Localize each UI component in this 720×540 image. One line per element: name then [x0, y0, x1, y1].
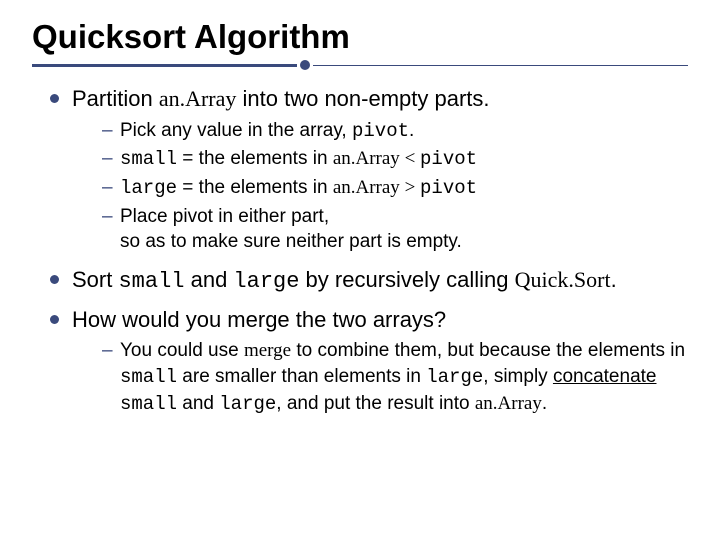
text: .	[409, 120, 414, 141]
text: and	[184, 267, 233, 292]
code: an.Array	[333, 177, 400, 198]
text: Pick any value in the array,	[120, 120, 352, 141]
rule-bar	[32, 64, 297, 67]
text: and	[177, 393, 219, 414]
code: small	[120, 148, 177, 170]
code: small	[120, 393, 177, 415]
underline: concatenate	[553, 366, 657, 387]
text: by recursively calling	[299, 267, 514, 292]
bullet-1: Partition an.Array into two non-empty pa…	[50, 84, 688, 255]
text: You could use	[120, 340, 244, 361]
text: Partition	[72, 86, 159, 111]
text: are smaller than elements in	[177, 366, 426, 387]
code: an.Array	[159, 86, 237, 111]
text: .	[611, 267, 617, 292]
code: an.Array	[475, 393, 542, 414]
sub-1-4: Place pivot in either part, so as to mak…	[102, 204, 688, 255]
text: Place pivot in either part,	[120, 206, 329, 227]
slide: Quicksort Algorithm Partition an.Array i…	[0, 0, 720, 451]
text: Sort	[72, 267, 118, 292]
sublist-1: Pick any value in the array, pivot. smal…	[72, 118, 688, 255]
code: large	[120, 177, 177, 199]
sub-1-3: large = the elements in an.Array > pivot	[102, 175, 688, 202]
text: so as to make sure neither part is empty…	[120, 231, 462, 252]
text: to combine them, but because the element…	[291, 340, 685, 361]
text: = the elements in	[177, 177, 333, 198]
code: pivot	[420, 148, 477, 170]
text: into two non-empty parts.	[236, 86, 489, 111]
text: How would you merge the two arrays?	[72, 307, 446, 332]
code: Quick.Sort	[515, 267, 611, 292]
code: pivot	[420, 177, 477, 199]
slide-title: Quicksort Algorithm	[32, 18, 688, 56]
text: .	[542, 393, 547, 414]
code: pivot	[352, 120, 409, 142]
sublist-3: You could use merge to combine them, but…	[72, 338, 688, 417]
rule-thin	[313, 65, 688, 66]
bullet-2: Sort small and large by recursively call…	[50, 265, 688, 297]
sub-1-1: Pick any value in the array, pivot.	[102, 118, 688, 145]
code: an.Array	[333, 148, 400, 169]
sub-1-2: small = the elements in an.Array < pivot	[102, 146, 688, 173]
code: large	[426, 366, 483, 388]
code: merge	[244, 340, 291, 361]
op: >	[400, 177, 420, 198]
code: large	[219, 393, 276, 415]
op: <	[400, 148, 420, 169]
rule-dot-icon	[300, 60, 310, 70]
text: , and put the result into	[276, 393, 475, 414]
text: , simply	[483, 366, 553, 387]
code: large	[233, 269, 299, 294]
bullet-list: Partition an.Array into two non-empty pa…	[32, 84, 688, 417]
code: small	[118, 269, 184, 294]
sub-3-1: You could use merge to combine them, but…	[102, 338, 688, 417]
code: small	[120, 366, 177, 388]
title-rule	[32, 60, 688, 70]
text: = the elements in	[177, 148, 333, 169]
bullet-3: How would you merge the two arrays? You …	[50, 305, 688, 418]
